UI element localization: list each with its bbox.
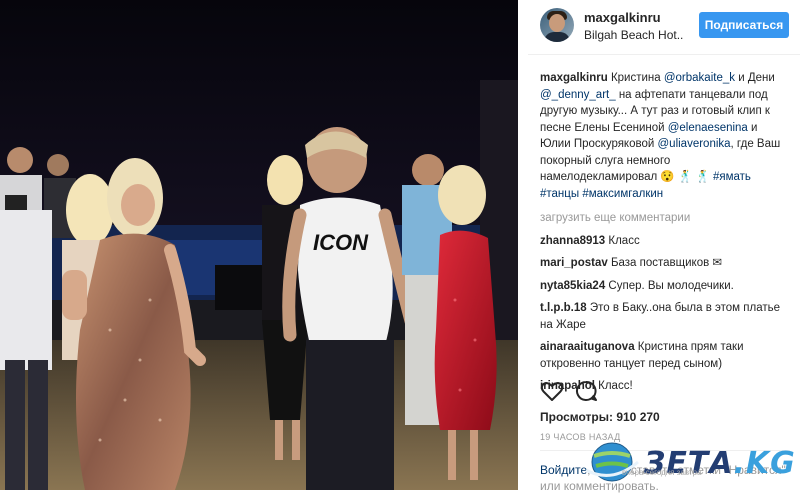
caption-text: и Дени <box>735 72 775 84</box>
comment-item: mari_postav База поставщиков ✉ <box>540 255 790 272</box>
site-watermark: ЗЕТА.KG вчера сегодня завтра <box>584 440 796 484</box>
mention-link[interactable]: @_denny_art_ <box>540 89 616 101</box>
comment-text: База поставщиков ✉ <box>607 257 723 269</box>
post-sidebar: maxgalkinru Bilgah Beach Hot.. Подписать… <box>528 0 800 493</box>
heart-icon[interactable] <box>540 380 564 402</box>
avatar[interactable] <box>540 8 574 42</box>
comment-username[interactable]: mari_postav <box>540 257 608 269</box>
login-link[interactable]: Войдите <box>540 463 587 477</box>
watermark-brand-domain: .KG <box>733 446 796 481</box>
caption-text: Кристина <box>607 72 664 84</box>
load-more-comments[interactable]: загрузить еще комментарии <box>540 210 790 227</box>
video-frame: ICON <box>0 0 518 490</box>
comment-text: Класс <box>605 234 640 247</box>
mention-link[interactable]: @elenaesenina <box>668 122 748 134</box>
comment-item: t.l.p.b.18 Это в Баку..она была в этом п… <box>540 300 790 333</box>
follow-button[interactable]: Подписаться <box>699 12 789 38</box>
shirt-print: ICON <box>313 230 369 255</box>
view-count: Просмотры: 910 270 <box>540 410 660 424</box>
comment-username[interactable]: nyta85kia24 <box>540 280 605 292</box>
caption: maxgalkinru Кристина @orbakaite_k и Дени… <box>540 70 790 202</box>
mention-link[interactable]: @uliaveronika <box>658 138 731 150</box>
comments-section: maxgalkinru Кристина @orbakaite_k и Дени… <box>540 70 790 401</box>
comment-username[interactable]: ainaraaituganova <box>540 341 635 353</box>
comment-item: zhanna8913 Класс <box>540 233 790 250</box>
header-location[interactable]: Bilgah Beach Hot.. <box>584 28 683 42</box>
comment-text: Супер. Вы молодечики. <box>605 279 734 292</box>
comment-icon[interactable] <box>574 380 598 402</box>
watermark-tagline: вчера сегодня завтра <box>622 468 702 477</box>
comment-item: ainaraaituganova Кристина прям таки откр… <box>540 339 790 372</box>
post-video[interactable]: ICON <box>0 0 518 490</box>
action-bar <box>540 380 790 404</box>
mention-link[interactable]: @orbakaite_k <box>664 72 735 84</box>
comment-item: nyta85kia24 Супер. Вы молодечики. <box>540 278 790 295</box>
comment-username[interactable]: zhanna8913 <box>540 235 605 247</box>
header-username[interactable]: maxgalkinru <box>584 10 661 25</box>
post-header: maxgalkinru Bilgah Beach Hot.. Подписать… <box>528 0 800 55</box>
caption-username[interactable]: maxgalkinru <box>540 72 608 84</box>
globe-logo-icon <box>585 442 639 482</box>
comment-username[interactable]: t.l.p.b.18 <box>540 302 587 314</box>
